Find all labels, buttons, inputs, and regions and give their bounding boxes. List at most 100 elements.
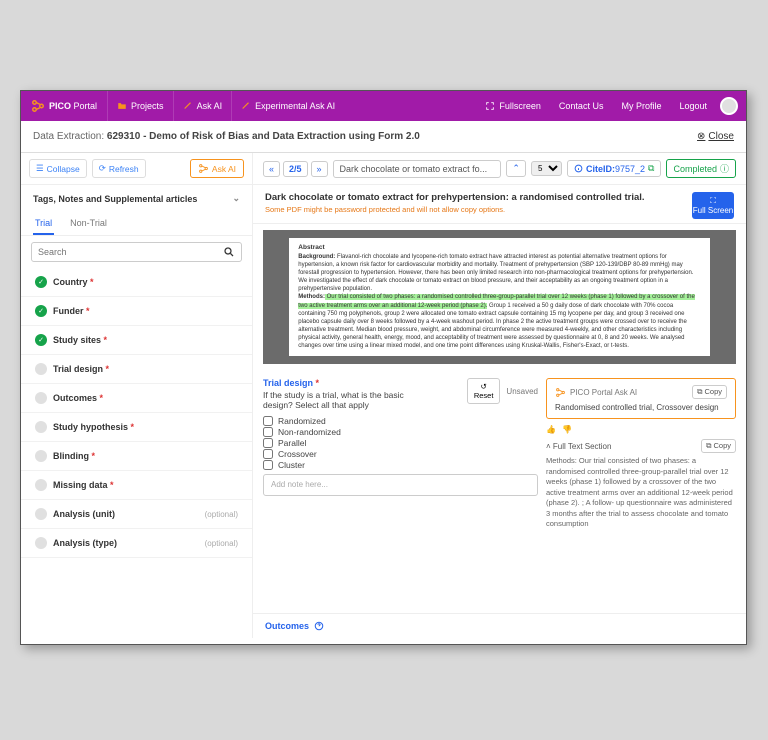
askai-icon xyxy=(198,163,209,174)
checkbox-label: Cluster xyxy=(278,460,305,470)
abstract-methods: Methods: Our trial consisted of two phas… xyxy=(298,294,695,349)
ai-answer: Randomised controlled trial, Crossover d… xyxy=(555,403,727,412)
thumbs-up-icon[interactable]: 👍 xyxy=(546,425,556,434)
thumbs-down-icon[interactable]: 👎 xyxy=(562,425,572,434)
checkbox-label: Randomized xyxy=(278,416,326,426)
cite-id[interactable]: CiteID:9757_2⧉ xyxy=(567,160,661,177)
checkbox[interactable] xyxy=(263,427,273,437)
pager-page: 2/5 xyxy=(283,161,308,177)
section-item[interactable]: Missing data * xyxy=(21,471,252,500)
pager-next[interactable]: » xyxy=(311,161,328,177)
tags-toggle[interactable]: Tags, Notes and Supplemental articles⌄ xyxy=(21,185,252,212)
tab-nontrial[interactable]: Non-Trial xyxy=(68,212,109,235)
collapse-button[interactable]: ☰Collapse xyxy=(29,159,87,178)
nav-fullscreen[interactable]: Fullscreen xyxy=(476,91,550,121)
info-icon: ⓘ xyxy=(720,162,729,175)
section-item[interactable]: Trial design * xyxy=(21,355,252,384)
checkbox-option[interactable]: Non-randomized xyxy=(263,427,538,437)
section-item[interactable]: Study hypothesis * xyxy=(21,413,252,442)
section-label: Missing data * xyxy=(53,480,238,490)
pdf-prev[interactable]: ⌃ xyxy=(506,160,526,177)
checkbox-option[interactable]: Cluster xyxy=(263,460,538,470)
close-button[interactable]: ⊗Close xyxy=(697,131,734,142)
fulltext-toggle[interactable]: ˄ Full Text Section xyxy=(546,442,611,451)
tab-trial[interactable]: Trial xyxy=(33,212,54,235)
note-input[interactable]: Add note here... xyxy=(263,474,538,496)
avatar[interactable] xyxy=(720,97,738,115)
right-panel: « 2/5 » Dark chocolate or tomato extract… xyxy=(253,153,746,638)
section-label: Trial design * xyxy=(53,364,238,374)
reset-button[interactable]: ↺Reset xyxy=(467,378,501,404)
content: ☰Collapse ⟳Refresh Ask AI Tags, Notes an… xyxy=(21,153,746,638)
brand-name: PICO Portal xyxy=(49,101,97,111)
nav-contact[interactable]: Contact Us xyxy=(550,91,613,121)
topbar: PICO Portal Projects Ask AI Experimental… xyxy=(21,91,746,121)
fulltext-excerpt: Methods: Our trial consisted of two phas… xyxy=(546,456,736,530)
nav-askai[interactable]: Ask AI xyxy=(173,91,232,121)
section-item[interactable]: Analysis (unit)(optional) xyxy=(21,500,252,529)
section-label: Country * xyxy=(53,277,238,287)
doc-title: Dark chocolate or tomato extract for pre… xyxy=(265,192,684,203)
refresh-icon: ⟳ xyxy=(99,163,106,174)
status-dot xyxy=(35,363,47,375)
pdf-page-select[interactable]: 5 xyxy=(531,161,562,176)
ai-answer-box: PICO Portal Ask AI ⧉Copy Randomised cont… xyxy=(546,378,736,419)
section-item[interactable]: Study sites * xyxy=(21,326,252,355)
unsaved-indicator: Unsaved xyxy=(506,387,538,396)
askai-button[interactable]: Ask AI xyxy=(190,159,244,178)
status-dot xyxy=(35,334,47,346)
checkbox-option[interactable]: Parallel xyxy=(263,438,538,448)
left-toolbar: ☰Collapse ⟳Refresh Ask AI xyxy=(21,153,252,185)
outcomes-header[interactable]: Outcomes xyxy=(253,613,746,638)
checkbox[interactable] xyxy=(263,449,273,459)
app-window: PICO Portal Projects Ask AI Experimental… xyxy=(20,90,747,645)
link-icon: ⧉ xyxy=(648,163,654,174)
folder-icon xyxy=(117,101,127,111)
abstract-heading: Abstract xyxy=(298,244,700,253)
section-item[interactable]: Outcomes * xyxy=(21,384,252,413)
section-item[interactable]: Analysis (type)(optional) xyxy=(21,529,252,558)
fullscreen-icon xyxy=(485,101,495,111)
completed-status[interactable]: Completedⓘ xyxy=(666,159,736,178)
close-icon: ⊗ xyxy=(697,131,705,142)
search-box[interactable] xyxy=(31,242,242,262)
nav-profile[interactable]: My Profile xyxy=(612,91,670,121)
checkbox[interactable] xyxy=(263,438,273,448)
section-item[interactable]: Blinding * xyxy=(21,442,252,471)
status-dot xyxy=(35,508,47,520)
brand-logo[interactable]: PICO Portal xyxy=(21,91,107,121)
doc-warning: Some PDF might be password protected and… xyxy=(265,205,684,214)
wand-icon xyxy=(241,101,251,111)
copy-button-2[interactable]: ⧉Copy xyxy=(701,439,736,453)
section-item[interactable]: Funder * xyxy=(21,297,252,326)
copy-icon: ⧉ xyxy=(697,387,702,397)
optional-label: (optional) xyxy=(205,510,238,519)
pager-prev[interactable]: « xyxy=(263,161,280,177)
nav-exp-askai[interactable]: Experimental Ask AI xyxy=(231,91,344,121)
search-input[interactable] xyxy=(38,247,223,257)
refresh-button[interactable]: ⟳Refresh xyxy=(92,159,146,178)
page-header: Data Extraction: 629310 - Demo of Risk o… xyxy=(21,121,746,153)
checkbox[interactable] xyxy=(263,460,273,470)
nav-logout[interactable]: Logout xyxy=(670,91,716,121)
full-screen-button[interactable]: ⛶Full Screen xyxy=(692,192,734,219)
ai-title: PICO Portal Ask AI xyxy=(555,387,637,398)
section-item[interactable]: Country * xyxy=(21,268,252,297)
checkbox-label: Non-randomized xyxy=(278,427,341,437)
checkbox-option[interactable]: Randomized xyxy=(263,416,538,426)
section-label: Funder * xyxy=(53,306,238,316)
question-label: Trial design * xyxy=(263,378,428,388)
copy-button[interactable]: ⧉Copy xyxy=(692,385,727,399)
checkbox-option[interactable]: Crossover xyxy=(263,449,538,459)
status-dot xyxy=(35,421,47,433)
status-dot xyxy=(35,276,47,288)
doc-title-box: Dark chocolate or tomato extract fo... xyxy=(333,160,502,178)
checkbox-list: RandomizedNon-randomizedParallelCrossove… xyxy=(263,416,538,470)
feedback-row: 👍 👎 xyxy=(546,425,736,434)
abstract-text: Background: Flavanol-rich chocolate and … xyxy=(298,254,693,292)
checkbox[interactable] xyxy=(263,416,273,426)
optional-label: (optional) xyxy=(205,539,238,548)
section-label: Study sites * xyxy=(53,335,238,345)
nav-projects[interactable]: Projects xyxy=(107,91,173,121)
pdf-viewer[interactable]: Abstract Background: Flavanol-rich choco… xyxy=(263,230,736,364)
